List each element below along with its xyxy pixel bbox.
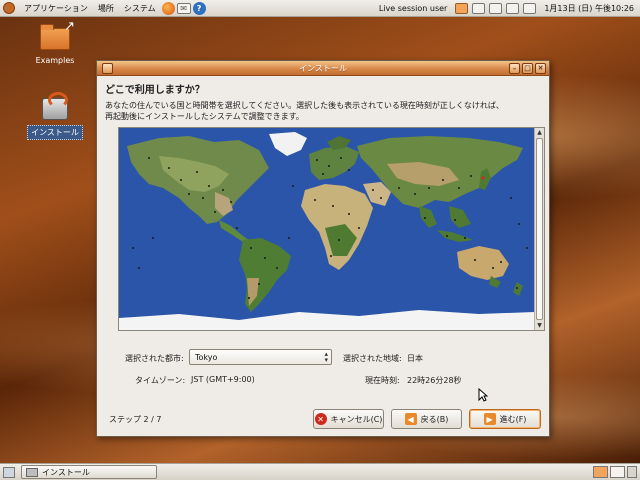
current-time-value: 22時26分28秒 bbox=[407, 376, 462, 385]
scroll-down-icon[interactable]: ▼ bbox=[535, 321, 544, 330]
page-title: どこで利用しますか？ bbox=[105, 85, 205, 96]
installer-icon bbox=[42, 92, 68, 120]
step-indicator: ステップ 2 / 7 bbox=[109, 415, 162, 424]
folder-icon: ↗ bbox=[40, 19, 75, 50]
installer-task-icon bbox=[26, 467, 38, 477]
battery-icon[interactable] bbox=[506, 2, 520, 14]
desktop-icon-install[interactable]: インストール bbox=[25, 92, 85, 140]
timezone-label: タイムゾーン: bbox=[135, 376, 186, 385]
mouse-cursor-icon bbox=[478, 388, 488, 402]
maximize-icon[interactable]: □ bbox=[522, 63, 533, 74]
dialog-titlebar[interactable]: インストール – □ ✕ bbox=[97, 61, 549, 76]
selected-city-label: 選択された都市: bbox=[125, 354, 184, 363]
forward-button-label: 進む(F) bbox=[499, 414, 527, 424]
cancel-button[interactable]: ✕ キャンセル(C) bbox=[313, 409, 384, 429]
back-button[interactable]: ◀ 戻る(B) bbox=[391, 409, 462, 429]
taskbar-item-install[interactable]: インストール bbox=[21, 465, 157, 479]
forward-button[interactable]: ▶ 進む(F) bbox=[469, 409, 541, 429]
ubuntu-logo-icon[interactable] bbox=[3, 2, 15, 14]
cancel-button-label: キャンセル(C) bbox=[330, 414, 383, 424]
trash-icon[interactable] bbox=[627, 466, 637, 478]
desktop-icon-label: Examples bbox=[35, 56, 75, 65]
desktop-icon-label: インストール bbox=[27, 125, 83, 140]
city-select-value: Tokyo bbox=[195, 353, 218, 362]
show-desktop-icon[interactable] bbox=[3, 466, 15, 478]
selected-region-value: 日本 bbox=[407, 354, 423, 363]
back-arrow-icon: ◀ bbox=[404, 413, 417, 425]
network-icon[interactable] bbox=[489, 2, 503, 14]
session-user[interactable]: Live session user bbox=[373, 4, 453, 13]
back-button-label: 戻る(B) bbox=[420, 414, 449, 424]
scroll-thumb[interactable] bbox=[536, 138, 543, 320]
menu-places[interactable]: 場所 bbox=[93, 3, 119, 14]
bottom-panel: インストール bbox=[0, 463, 640, 480]
volume-icon[interactable] bbox=[523, 2, 537, 14]
world-map[interactable] bbox=[119, 128, 534, 330]
menu-applications[interactable]: アプリケーション bbox=[19, 3, 93, 14]
panel-clock[interactable]: 1月13日 (日) 午後10:26 bbox=[538, 3, 637, 14]
menu-system[interactable]: システム bbox=[119, 3, 161, 14]
workspace-2[interactable] bbox=[610, 466, 625, 478]
top-panel: アプリケーション 場所 システム ✉ ? Live session user 1… bbox=[0, 0, 640, 17]
scroll-up-icon[interactable]: ▲ bbox=[535, 128, 544, 137]
description-line: 再起動後にインストールしたシステムで調整できます。 bbox=[105, 112, 304, 121]
firefox-icon[interactable] bbox=[161, 1, 175, 15]
current-time-label: 現在時刻: bbox=[365, 376, 400, 385]
window-menu-icon[interactable] bbox=[102, 63, 113, 74]
taskbar-item-label: インストール bbox=[42, 467, 90, 477]
combo-arrows-icon: ▴ ▾ bbox=[324, 350, 328, 364]
map-scrollbar[interactable]: ▲ ▼ bbox=[534, 128, 544, 330]
cancel-icon: ✕ bbox=[314, 413, 327, 425]
dialog-title: インストール bbox=[299, 63, 347, 73]
desktop-icon-examples[interactable]: ↗ Examples bbox=[25, 19, 85, 65]
help-icon[interactable]: ? bbox=[192, 1, 206, 15]
update-notifier-icon[interactable] bbox=[455, 2, 469, 14]
minimize-icon[interactable]: – bbox=[509, 63, 520, 74]
close-icon[interactable]: ✕ bbox=[535, 63, 546, 74]
city-select[interactable]: Tokyo ▴ ▾ bbox=[189, 349, 332, 365]
install-dialog: インストール – □ ✕ どこで利用しますか？ あなたの住んでいる国と時間帯を選… bbox=[96, 60, 550, 437]
selected-region-label: 選択された地域: bbox=[343, 354, 402, 363]
page-description: あなたの住んでいる国と時間帯を選択してください。選択した後も表示されている現在時… bbox=[105, 100, 535, 122]
keyboard-icon[interactable] bbox=[472, 2, 486, 14]
mail-icon[interactable]: ✉ bbox=[176, 2, 191, 14]
workspace-1[interactable] bbox=[593, 466, 608, 478]
forward-arrow-icon: ▶ bbox=[483, 413, 496, 425]
description-line: あなたの住んでいる国と時間帯を選択してください。選択した後も表示されている現在時… bbox=[105, 101, 504, 110]
timezone-map[interactable]: ▲ ▼ bbox=[118, 127, 545, 331]
timezone-value: JST (GMT+9:00) bbox=[191, 375, 255, 384]
